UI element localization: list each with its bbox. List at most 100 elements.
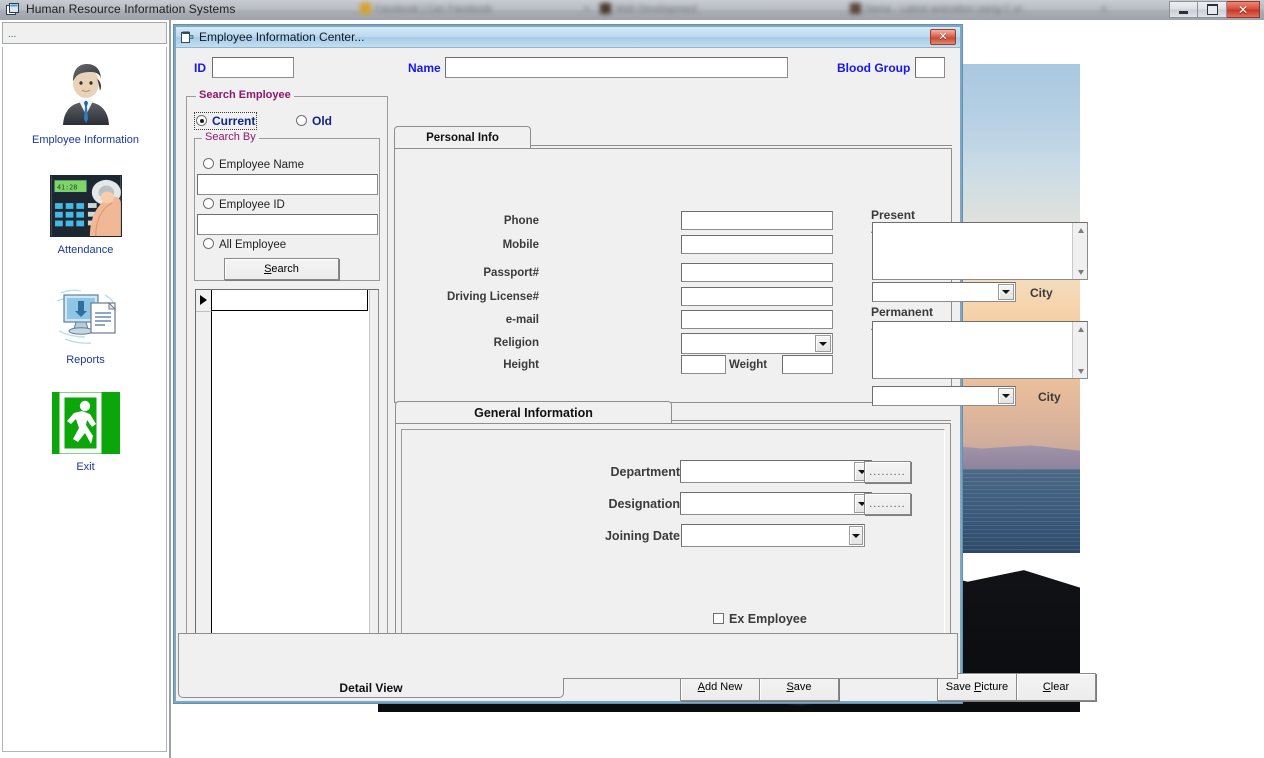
chevron-down-icon[interactable] [815, 335, 831, 352]
joining-date-label: Joining Date [604, 529, 680, 543]
radio-old[interactable]: Old [296, 114, 332, 128]
personal-info-tabcontrol: Personal Info Phone Mobile Passport# Dri… [394, 126, 1088, 406]
permanent-city-label: City [1038, 390, 1061, 404]
app-title: Human Resource Information Systems [26, 2, 236, 16]
joining-date-picker[interactable] [681, 524, 865, 547]
taskbar-tab-1[interactable]: Web Development [600, 3, 770, 17]
designation-browse-button[interactable]: ......... [864, 493, 911, 515]
scroll-down-icon[interactable] [1073, 265, 1088, 279]
mobile-input[interactable] [681, 235, 833, 254]
radio-employee-name[interactable]: Employee Name [203, 158, 304, 171]
radio-current[interactable]: Current [193, 112, 258, 130]
taskbar-tab-0-close[interactable]: ✕ [583, 4, 591, 15]
phone-input[interactable] [681, 211, 833, 230]
religion-combo[interactable] [681, 333, 833, 354]
employee-id-input[interactable] [197, 214, 378, 235]
detail-view-panel [178, 633, 958, 679]
general-information-tabcontrol: General Information Department .........… [395, 401, 1096, 701]
grid-cell[interactable] [212, 290, 368, 311]
exit-door-icon [51, 392, 120, 457]
tab-general-information[interactable]: General Information [395, 401, 672, 423]
department-label: Department [610, 465, 680, 479]
radio-all-employee[interactable]: All Employee [203, 238, 286, 251]
form-window-icon [181, 31, 194, 44]
maximize-icon [1206, 4, 1218, 15]
ex-employee-checkbox[interactable]: Ex Employee [713, 612, 807, 626]
mobile-label: Mobile [502, 239, 539, 251]
search-by-caption: Search By [202, 131, 259, 143]
height-label: Height [503, 359, 539, 371]
designation-label: Designation [608, 497, 680, 511]
detail-view-tab-filler [564, 678, 958, 698]
close-icon: ✕ [1237, 2, 1249, 17]
designation-combo[interactable] [680, 492, 872, 515]
chevron-down-icon[interactable] [849, 526, 863, 545]
grid-row-header-new[interactable] [196, 311, 212, 332]
search-employee-caption: Search Employee [196, 89, 294, 101]
scroll-down-icon[interactable] [1073, 364, 1088, 378]
close-button[interactable]: ✕ [1227, 1, 1260, 18]
present-address-textarea[interactable] [872, 222, 1088, 280]
present-city-label: City [1030, 286, 1053, 300]
search-button-label-rest: earch [271, 263, 299, 275]
search-results-grid[interactable] [195, 289, 379, 663]
minimize-icon [1179, 11, 1188, 14]
permanent-address-scrollbar[interactable] [1072, 322, 1087, 378]
taskbar: Human Resource Information Systems Faceb… [0, 0, 1264, 20]
sidebar-item-employee-information[interactable]: Employee Information [3, 57, 168, 146]
folder-icon [360, 3, 371, 14]
minimize-button[interactable] [1169, 1, 1198, 18]
clear-button[interactable]: Clear [1016, 673, 1096, 701]
name-label: Name [408, 61, 441, 75]
blood-group-label: Blood Group [837, 61, 911, 75]
scroll-up-icon[interactable] [1073, 223, 1088, 237]
driving-license-label: Driving License# [446, 291, 539, 303]
id-input[interactable] [212, 57, 294, 78]
taskbar-tab-2[interactable]: Name - Latest animation using C or [850, 3, 1075, 17]
department-combo[interactable] [680, 460, 872, 483]
image-icon [850, 3, 861, 14]
grid-row-headers [196, 290, 212, 662]
present-city-combo[interactable] [872, 282, 1016, 302]
sidebar-item-reports[interactable]: Reports [3, 285, 168, 366]
driving-license-input[interactable] [681, 287, 833, 306]
close-icon: ✕ [938, 30, 948, 43]
sidebar-item-label: Exit [76, 461, 95, 473]
sidebar-item-exit[interactable]: Exit [3, 392, 168, 473]
height-input[interactable] [681, 355, 726, 374]
radio-employee-id[interactable]: Employee ID [203, 198, 285, 211]
permanent-address-textarea[interactable] [872, 321, 1088, 379]
employee-name-input[interactable] [197, 174, 378, 195]
window-title: Employee Information Center... [199, 30, 365, 44]
window-body: ID Name Blood Group Search Employee Curr… [176, 48, 1096, 701]
app-window-icon [6, 3, 20, 16]
maximize-button[interactable] [1198, 1, 1227, 18]
blood-group-input[interactable] [915, 57, 945, 78]
search-button[interactable]: Search [224, 258, 339, 280]
id-label: ID [194, 61, 206, 75]
chevron-down-icon[interactable] [998, 284, 1014, 300]
weight-input[interactable] [782, 355, 833, 374]
passport-input[interactable] [681, 263, 833, 282]
window-close-button[interactable]: ✕ [930, 29, 956, 45]
window-titlebar[interactable]: Employee Information Center... ✕ [176, 27, 960, 48]
taskbar-tab-0[interactable]: Facebook | Can Facebook [360, 3, 550, 17]
tab-personal-info[interactable]: Personal Info [394, 126, 531, 148]
sidebar-item-attendance[interactable]: 41:28 Attendance [3, 175, 168, 256]
email-input[interactable] [681, 310, 833, 329]
employee-information-center-window: Employee Information Center... ✕ ID Name… [174, 25, 1096, 703]
chevron-down-icon[interactable] [998, 388, 1014, 404]
radio-icon [203, 238, 214, 249]
email-label: e-mail [505, 314, 539, 326]
svg-text:41:28: 41:28 [56, 184, 76, 192]
sidebar-header: ... [2, 22, 167, 44]
name-input[interactable] [445, 57, 788, 78]
department-browse-button[interactable]: ......... [864, 461, 911, 483]
window-controls: ✕ [1169, 1, 1260, 18]
present-address-scrollbar[interactable] [1072, 223, 1087, 279]
sidebar: ... Employee Information 41:28 Attendanc… [0, 20, 171, 758]
scroll-up-icon[interactable] [1073, 322, 1088, 336]
taskbar-tab-2-close[interactable]: ✕ [1100, 4, 1108, 15]
grid-vertical-scrollbar[interactable] [369, 290, 378, 662]
tab-detail-view[interactable]: Detail View [178, 678, 564, 698]
